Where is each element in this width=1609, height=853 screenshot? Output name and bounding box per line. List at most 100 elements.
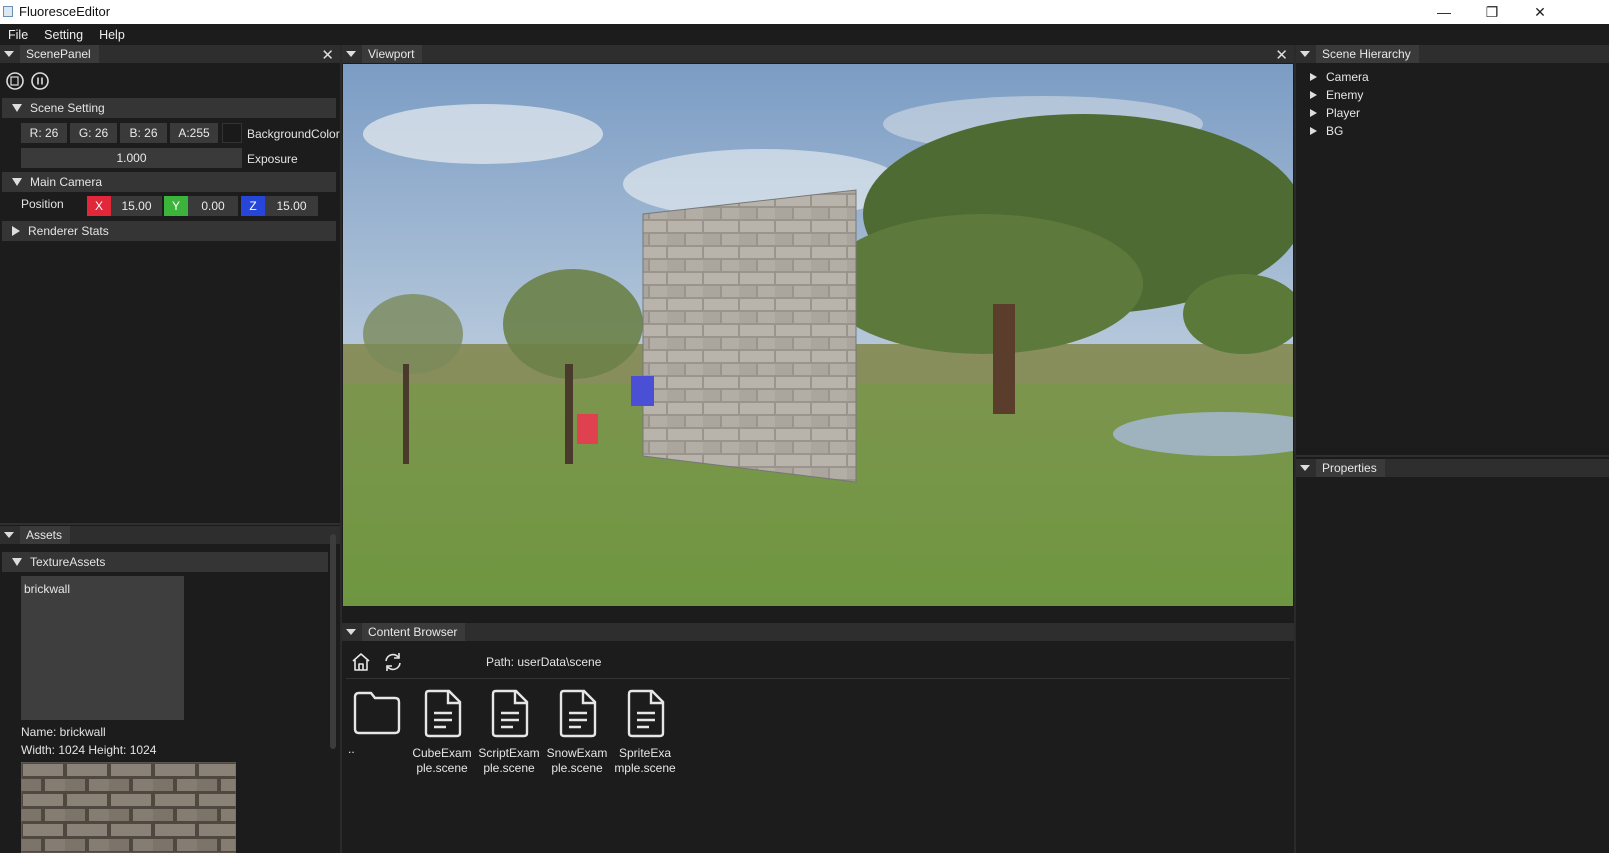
panel-menu-icon[interactable] xyxy=(1300,465,1310,471)
texture-card-name: brickwall xyxy=(24,582,71,596)
expand-icon xyxy=(1310,73,1317,81)
exposure-field[interactable]: 1.000 xyxy=(21,148,242,168)
scene-panel-tabbar: ScenePanel ✕ xyxy=(0,45,340,64)
properties-panel: Properties xyxy=(1296,459,1609,853)
color-b-field[interactable]: B: 26 xyxy=(120,123,167,143)
menu-help[interactable]: Help xyxy=(99,28,125,42)
hierarchy-item-player[interactable]: Player xyxy=(1296,104,1609,122)
menu-setting[interactable]: Setting xyxy=(44,28,83,42)
menu-bar: File Setting Help xyxy=(0,24,1609,46)
play-icon[interactable] xyxy=(4,70,26,92)
file-grid: .. CubeExample.scene ScriptExample.scene… xyxy=(342,689,1042,829)
background-color-label: BackgroundColor xyxy=(247,127,340,141)
expand-icon xyxy=(1310,109,1317,117)
renderer-stats-header[interactable]: Renderer Stats xyxy=(2,221,336,241)
collapse-icon xyxy=(12,104,22,112)
file-item-script-example[interactable]: ScriptExample.scene xyxy=(478,689,540,776)
texture-name-line: Name: brickwall xyxy=(21,725,106,739)
brickwall-texture-preview xyxy=(21,762,236,853)
position-label: Position xyxy=(21,197,64,211)
file-item-parent[interactable]: .. xyxy=(346,689,408,757)
position-z-field[interactable]: 15.00 xyxy=(265,196,318,216)
file-icon xyxy=(424,689,462,738)
vertical-splitter-right[interactable] xyxy=(1294,45,1296,853)
close-icon[interactable]: ✕ xyxy=(321,46,334,64)
content-browser-path: Path: userData\scene xyxy=(486,655,602,669)
close-icon[interactable]: ✕ xyxy=(1275,46,1288,64)
scene-hierarchy-panel: Scene Hierarchy Camera Enemy Player BG xyxy=(1296,45,1609,447)
main-camera-label: Main Camera xyxy=(30,175,103,189)
viewport-render[interactable] xyxy=(343,64,1293,606)
viewport-tabbar: Viewport ✕ xyxy=(342,45,1294,64)
divider xyxy=(346,678,1290,679)
scene-panel: ScenePanel ✕ Scene Setting R: 26 G: 26 B… xyxy=(0,45,340,523)
panel-menu-icon[interactable] xyxy=(1300,51,1310,57)
menu-file[interactable]: File xyxy=(8,28,28,42)
collapse-icon xyxy=(12,178,22,186)
panel-menu-icon[interactable] xyxy=(346,629,356,635)
tab-assets[interactable]: Assets xyxy=(20,526,71,544)
viewport-panel: Viewport ✕ xyxy=(342,45,1294,621)
expand-icon xyxy=(12,226,20,236)
tab-scene-hierarchy[interactable]: Scene Hierarchy xyxy=(1316,45,1419,63)
exposure-label: Exposure xyxy=(247,152,298,166)
hierarchy-item-enemy[interactable]: Enemy xyxy=(1296,86,1609,104)
file-name: SnowExample.scene xyxy=(546,746,608,775)
file-name: SpriteExample.scene xyxy=(614,746,676,775)
close-window-button[interactable]: ✕ xyxy=(1517,0,1563,24)
properties-tabbar: Properties xyxy=(1296,459,1609,477)
position-x-field[interactable]: 15.00 xyxy=(111,196,162,216)
panel-menu-icon[interactable] xyxy=(4,532,14,538)
panel-menu-icon[interactable] xyxy=(4,51,14,57)
hierarchy-item-label: Camera xyxy=(1326,70,1369,84)
color-a-field[interactable]: A:255 xyxy=(170,123,218,143)
hierarchy-item-bg[interactable]: BG xyxy=(1296,122,1609,140)
hierarchy-item-label: Player xyxy=(1326,106,1361,120)
tab-properties[interactable]: Properties xyxy=(1316,459,1385,477)
hierarchy-item-label: Enemy xyxy=(1326,88,1364,102)
texture-size-line: Width: 1024 Height: 1024 xyxy=(21,743,157,757)
pause-icon[interactable] xyxy=(29,70,51,92)
window-title: FluoresceEditor xyxy=(19,4,111,19)
renderer-stats-label: Renderer Stats xyxy=(28,224,109,238)
restore-button[interactable]: ❐ xyxy=(1469,0,1515,24)
refresh-icon[interactable] xyxy=(382,652,404,672)
tab-scene-panel[interactable]: ScenePanel xyxy=(20,45,99,63)
expand-icon xyxy=(1310,91,1317,99)
assets-panel: Assets TextureAssets brickwall Name: bri… xyxy=(0,526,340,853)
content-browser-tabbar: Content Browser xyxy=(342,623,1294,641)
home-icon[interactable] xyxy=(351,652,371,672)
color-r-field[interactable]: R: 26 xyxy=(21,123,67,143)
color-g-field[interactable]: G: 26 xyxy=(70,123,117,143)
scene-setting-header[interactable]: Scene Setting xyxy=(2,98,336,118)
expand-icon xyxy=(1310,127,1317,135)
tab-viewport[interactable]: Viewport xyxy=(362,45,423,63)
file-name: .. xyxy=(348,742,355,756)
minimize-button[interactable]: — xyxy=(1421,0,1467,24)
assets-scrollbar[interactable] xyxy=(330,534,336,749)
main-camera-header[interactable]: Main Camera xyxy=(2,172,336,192)
scene-hierarchy-tabbar: Scene Hierarchy xyxy=(1296,45,1609,63)
texture-assets-header[interactable]: TextureAssets xyxy=(2,552,328,572)
vertical-splitter-left[interactable] xyxy=(340,45,342,853)
hierarchy-item-camera[interactable]: Camera xyxy=(1296,68,1609,86)
panel-menu-icon[interactable] xyxy=(346,51,356,57)
file-item-cube-example[interactable]: CubeExample.scene xyxy=(411,689,473,776)
position-y-field[interactable]: 0.00 xyxy=(188,196,238,216)
content-browser-panel: Content Browser Path: userData\scene .. … xyxy=(342,623,1294,853)
texture-card[interactable]: brickwall xyxy=(21,576,184,720)
file-name: ScriptExample.scene xyxy=(478,746,540,775)
tab-content-browser[interactable]: Content Browser xyxy=(362,623,466,641)
assets-tabbar: Assets xyxy=(0,526,340,544)
horizontal-splitter-right[interactable] xyxy=(1296,455,1609,457)
file-item-snow-example[interactable]: SnowExample.scene xyxy=(546,689,608,776)
hierarchy-item-label: BG xyxy=(1326,124,1344,138)
y-axis-label: Y xyxy=(164,196,188,216)
texture-assets-label: TextureAssets xyxy=(30,555,106,569)
file-icon xyxy=(491,689,529,738)
file-item-sprite-example[interactable]: SpriteExample.scene xyxy=(614,689,676,776)
title-bar: FluoresceEditor — ❐ ✕ xyxy=(0,0,1609,24)
background-color-swatch[interactable] xyxy=(222,123,242,143)
folder-icon xyxy=(353,691,401,735)
horizontal-splitter-left[interactable] xyxy=(0,523,340,525)
